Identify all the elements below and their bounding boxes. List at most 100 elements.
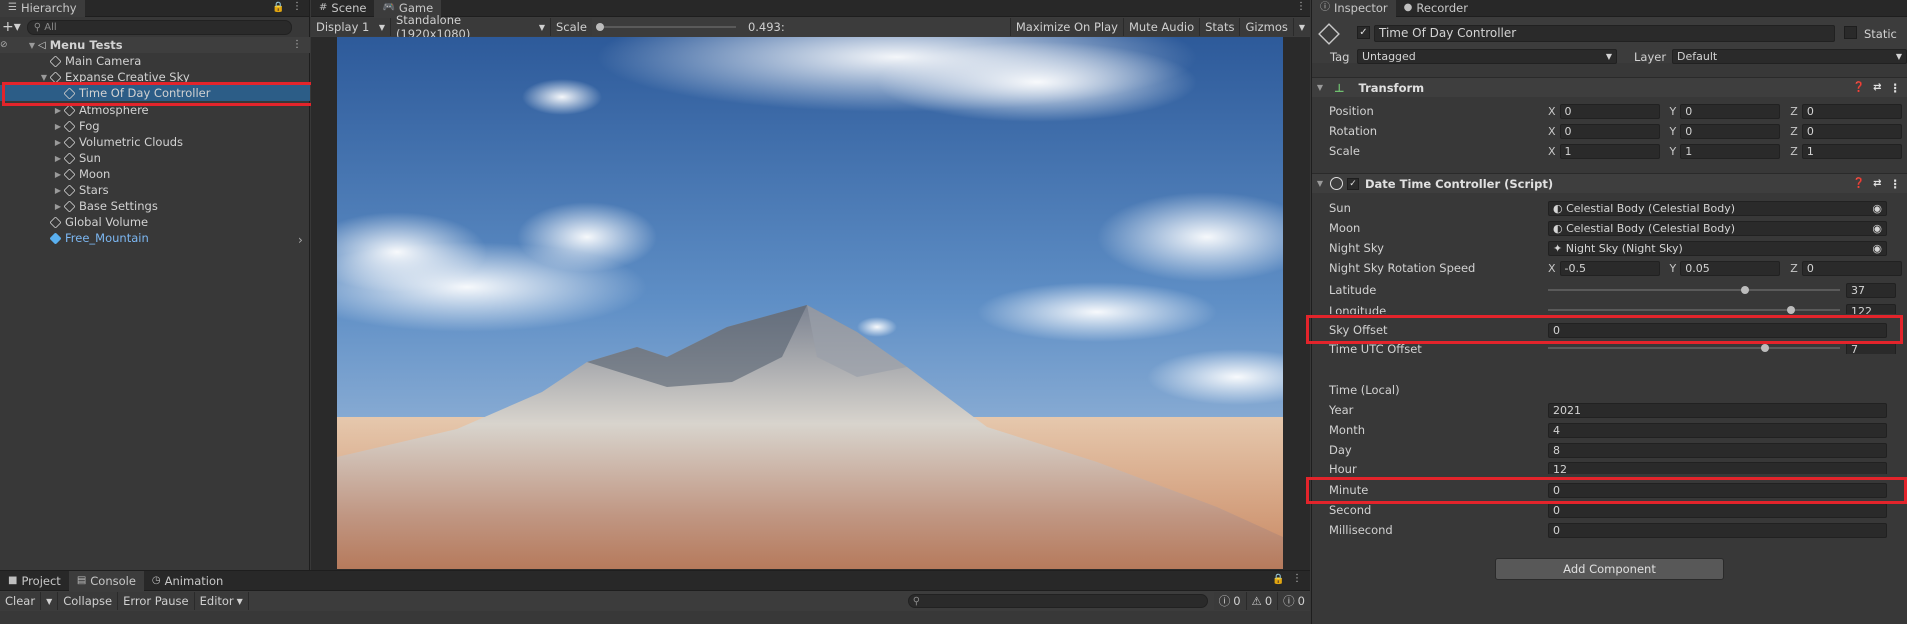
longitude-slider[interactable] (1548, 302, 1840, 314)
hour-field[interactable]: 12 (1548, 462, 1887, 474)
scene-visibility-icon[interactable]: ⊘ (0, 40, 8, 50)
editor-dropdown[interactable]: Editor ▼ (194, 592, 249, 610)
info-count-toggle[interactable]: ⓘ 0 (1213, 592, 1247, 610)
lock-icon[interactable]: 🔒 (1272, 575, 1284, 585)
latitude-value-field[interactable]: 37 (1846, 282, 1896, 298)
expand-arrow-icon[interactable]: ▶ (52, 154, 64, 163)
hierarchy-row[interactable]: ▶ Atmosphere (0, 102, 310, 118)
tab-project[interactable]: ■ Project (0, 571, 69, 591)
position-z-field[interactable]: 0 (1801, 103, 1902, 119)
kebab-menu-icon[interactable]: ⋮ (292, 40, 302, 50)
longitude-value-field[interactable]: 122 (1846, 304, 1896, 314)
day-field[interactable]: 8 (1548, 442, 1887, 458)
latitude-slider-knob[interactable] (1741, 286, 1749, 294)
expand-arrow-icon[interactable]: ▼ (26, 41, 38, 50)
kebab-menu-icon[interactable]: ⋮ (1292, 574, 1302, 584)
tab-console[interactable]: ▤ Console (68, 570, 144, 591)
scale-y-field[interactable]: 1 (1680, 143, 1781, 159)
hierarchy-row[interactable]: ▶ Sun (0, 150, 310, 166)
expand-arrow-icon[interactable]: ▶ (52, 138, 64, 147)
tab-hierarchy[interactable]: ☰ Hierarchy (0, 0, 85, 17)
kebab-menu-icon[interactable]: ⋮ (1890, 81, 1902, 95)
night-sky-object-field[interactable]: ✦ Night Sky (Night Sky) ◉ (1548, 240, 1887, 256)
clear-options-dropdown[interactable]: ▼ (41, 592, 59, 610)
gizmos-toggle[interactable]: Gizmos (1240, 18, 1294, 36)
clear-button[interactable]: Clear (0, 592, 42, 610)
resolution-dropdown[interactable]: Standalone (1920x1080) ▼ (391, 13, 551, 41)
tab-animation[interactable]: ◷ Animation (144, 571, 231, 591)
expand-arrow-icon[interactable]: ▶ (52, 202, 64, 211)
hierarchy-row[interactable]: Free_Mountain (0, 230, 310, 246)
minute-field[interactable]: 0 (1548, 482, 1887, 498)
rotation-speed-z-field[interactable]: 0 (1801, 260, 1902, 276)
year-field[interactable]: 2021 (1548, 402, 1887, 418)
hierarchy-row[interactable]: ▶ Moon (0, 166, 310, 182)
hierarchy-row[interactable]: Global Volume (0, 214, 310, 230)
expand-arrow-icon[interactable]: ▼ (38, 73, 50, 82)
object-picker-icon[interactable]: ◉ (1872, 202, 1882, 215)
kebab-menu-icon[interactable]: ⋮ (1890, 177, 1902, 191)
hierarchy-row[interactable]: ▼ Expanse Creative Sky (0, 69, 310, 85)
gameobject-name-field[interactable]: Time Of Day Controller (1374, 25, 1835, 42)
gizmos-dropdown[interactable]: ▼ (1293, 18, 1310, 36)
expand-arrow-icon[interactable]: ▶ (52, 106, 64, 115)
transform-header[interactable]: ▼ ⊥ Transform ❓ ⇄ ⋮ (1312, 77, 1907, 97)
script-header[interactable]: ▼ ✓ Date Time Controller (Script) ❓ ⇄ ⋮ (1312, 173, 1907, 193)
rotation-z-field[interactable]: 0 (1801, 123, 1902, 139)
expand-arrow-icon[interactable]: ▶ (52, 122, 64, 131)
add-component-button[interactable]: Add Component (1495, 558, 1724, 580)
kebab-menu-icon[interactable]: ⋮ (292, 2, 302, 12)
lock-icon[interactable]: 🔒 (272, 3, 284, 13)
collapse-toggle[interactable]: Collapse (58, 592, 119, 610)
rotation-speed-x-field[interactable]: -0.5 (1559, 260, 1660, 276)
display-dropdown[interactable]: Display 1 ▼ (311, 18, 391, 36)
help-icon[interactable]: ❓ (1853, 178, 1865, 189)
month-field[interactable]: 4 (1548, 422, 1887, 438)
presets-icon[interactable]: ⇄ (1873, 82, 1881, 93)
scale-z-field[interactable]: 1 (1801, 143, 1902, 159)
game-viewport[interactable] (337, 37, 1283, 569)
tag-dropdown[interactable]: Untagged ▼ (1357, 49, 1617, 64)
hierarchy-row[interactable]: ▶ Fog (0, 118, 310, 134)
object-picker-icon[interactable]: ◉ (1872, 242, 1882, 255)
help-icon[interactable]: ❓ (1853, 82, 1865, 93)
kebab-menu-icon[interactable]: ⋮ (1296, 2, 1306, 12)
position-x-field[interactable]: 0 (1559, 103, 1660, 119)
static-checkbox[interactable] (1844, 26, 1857, 39)
scale-slider-knob[interactable] (595, 23, 604, 31)
time-utc-offset-value-field[interactable]: 7 (1846, 342, 1896, 354)
object-picker-icon[interactable]: ◉ (1872, 222, 1882, 235)
tab-scene[interactable]: # Scene (311, 0, 374, 17)
second-field[interactable]: 0 (1548, 502, 1887, 518)
hierarchy-search-input[interactable]: ⚲ All (26, 19, 292, 35)
presets-icon[interactable]: ⇄ (1873, 178, 1881, 189)
stats-toggle[interactable]: Stats (1200, 18, 1241, 36)
sky-offset-field[interactable]: 0 (1548, 322, 1887, 338)
moon-object-field[interactable]: ◐ Celestial Body (Celestial Body) ◉ (1548, 220, 1887, 236)
sun-object-field[interactable]: ◐ Celestial Body (Celestial Body) ◉ (1548, 200, 1887, 216)
maximize-on-play-toggle[interactable]: Maximize On Play (1009, 18, 1124, 36)
hierarchy-row[interactable]: Main Camera (0, 53, 310, 69)
collapse-arrow-icon[interactable]: ▼ (1314, 179, 1326, 188)
scene-root-row[interactable]: ▼ ◁ Menu Tests ⋮ (0, 37, 310, 53)
rotation-x-field[interactable]: 0 (1559, 123, 1660, 139)
hierarchy-row[interactable]: ▶ Stars (0, 182, 310, 198)
tab-recorder[interactable]: ● Recorder (1396, 0, 1476, 17)
console-search-input[interactable]: ⚲ (907, 594, 1208, 608)
mute-audio-toggle[interactable]: Mute Audio (1123, 18, 1201, 36)
hierarchy-row[interactable]: Time Of Day Controller (0, 85, 310, 101)
tab-inspector[interactable]: ⓘ Inspector (1312, 0, 1396, 17)
add-object-button[interactable]: +▾ (2, 19, 21, 35)
longitude-slider-knob[interactable] (1787, 306, 1795, 314)
hierarchy-row[interactable]: ▶ Base Settings (0, 198, 310, 214)
millisecond-field[interactable]: 0 (1548, 522, 1887, 538)
error-count-toggle[interactable]: ⓘ 0 (1278, 592, 1310, 610)
prefab-open-arrow-icon[interactable]: › (298, 233, 303, 247)
latitude-slider[interactable] (1548, 282, 1840, 298)
expand-arrow-icon[interactable]: ▶ (52, 186, 64, 195)
rotation-y-field[interactable]: 0 (1680, 123, 1781, 139)
warning-count-toggle[interactable]: ⚠ 0 (1246, 592, 1279, 610)
time-utc-offset-slider[interactable] (1548, 342, 1840, 354)
time-utc-offset-slider-knob[interactable] (1761, 344, 1769, 352)
script-enabled-checkbox[interactable]: ✓ (1347, 177, 1359, 190)
